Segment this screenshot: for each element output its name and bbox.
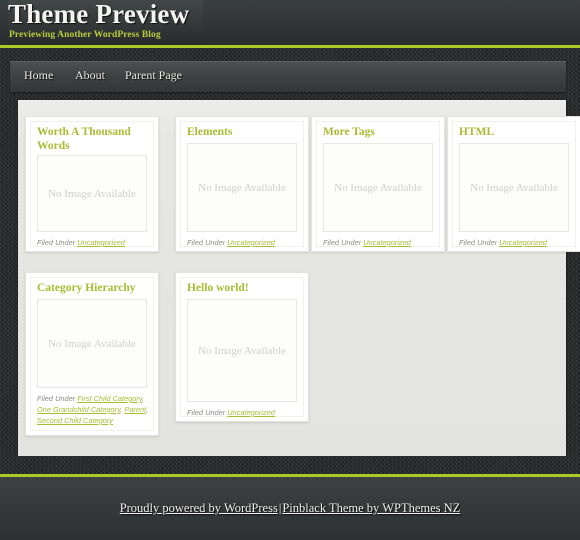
post-card[interactable]: Category Hierarchy No Image Available Fi… [25, 272, 159, 436]
site-footer: Proudly powered by WordPress|Pinblack Th… [0, 477, 580, 540]
filed-under-label: Filed Under [37, 394, 76, 403]
post-card[interactable]: Worth A Thousand Words No Image Availabl… [25, 116, 159, 252]
category-link[interactable]: Uncategorized [363, 238, 411, 247]
meta-comma: , [146, 405, 149, 414]
post-card[interactable]: Hello world! No Image Available Filed Un… [175, 272, 309, 422]
post-title[interactable]: Category Hierarchy [37, 281, 150, 295]
site-title[interactable]: Theme Preview [8, 0, 189, 30]
wordpress-credit-link[interactable]: Proudly powered by WordPress [120, 501, 278, 515]
post-meta: Filed Under First Child Category, One Gr… [37, 393, 149, 426]
filed-under-label: Filed Under [187, 238, 226, 247]
post-thumbnail-placeholder: No Image Available [37, 155, 147, 232]
post-meta: Filed Under Uncategorized [323, 237, 435, 248]
post-thumbnail-placeholder: No Image Available [323, 143, 433, 232]
post-card[interactable]: More Tags No Image Available Filed Under… [311, 116, 445, 252]
site-header: Theme Preview Previewing Another WordPre… [0, 0, 580, 45]
no-image-label: No Image Available [48, 187, 136, 200]
post-meta: Filed Under Uncategorized [187, 407, 299, 418]
post-thumbnail-placeholder: No Image Available [459, 143, 569, 232]
no-image-label: No Image Available [198, 181, 286, 194]
page-root: Theme Preview Previewing Another WordPre… [0, 0, 580, 540]
no-image-label: No Image Available [48, 337, 136, 350]
filed-under-label: Filed Under [323, 238, 362, 247]
post-title[interactable]: Hello world! [187, 281, 300, 295]
category-link[interactable]: First Child Category [77, 394, 142, 403]
post-card[interactable]: Elements No Image Available Filed Under … [175, 116, 309, 252]
post-thumbnail-placeholder: No Image Available [187, 299, 297, 402]
post-meta: Filed Under Uncategorized [37, 237, 149, 248]
filed-under-label: Filed Under [37, 238, 76, 247]
nav-item-parent-page[interactable]: Parent Page [125, 68, 182, 83]
primary-navigation: Home About Parent Page [10, 61, 566, 92]
post-title[interactable]: Elements [187, 125, 300, 139]
category-link[interactable]: One Grandchild Category [37, 405, 120, 414]
footer-texture-strip [0, 456, 580, 474]
nav-item-about[interactable]: About [75, 68, 105, 83]
nav-item-home[interactable]: Home [24, 68, 53, 83]
post-meta: Filed Under Uncategorized [459, 237, 571, 248]
category-link[interactable]: Second Child Category [37, 416, 113, 425]
no-image-label: No Image Available [198, 344, 286, 357]
post-meta: Filed Under Uncategorized [187, 237, 299, 248]
post-thumbnail-placeholder: No Image Available [37, 299, 147, 388]
category-link[interactable]: Uncategorized [499, 238, 547, 247]
category-link[interactable]: Uncategorized [227, 408, 275, 417]
nav-strip: Home About Parent Page [0, 48, 580, 100]
post-card[interactable]: HTML No Image Available Filed Under Unca… [447, 116, 580, 252]
post-title[interactable]: More Tags [323, 125, 436, 139]
filed-under-label: Filed Under [187, 408, 226, 417]
post-title[interactable]: HTML [459, 125, 572, 139]
no-image-label: No Image Available [334, 181, 422, 194]
content-panel: Worth A Thousand Words No Image Availabl… [18, 100, 580, 456]
category-link[interactable]: Uncategorized [227, 238, 275, 247]
post-thumbnail-placeholder: No Image Available [187, 143, 297, 232]
filed-under-label: Filed Under [459, 238, 498, 247]
site-tagline: Previewing Another WordPress Blog [9, 30, 161, 40]
no-image-label: No Image Available [470, 181, 558, 194]
meta-comma: , [120, 405, 123, 414]
colophon-credits: Proudly powered by WordPress|Pinblack Th… [0, 501, 580, 516]
meta-comma: , [142, 394, 145, 403]
post-title[interactable]: Worth A Thousand Words [37, 125, 150, 153]
category-link[interactable]: Uncategorized [77, 238, 125, 247]
category-link[interactable]: Parent [124, 405, 146, 414]
theme-credit-link[interactable]: Pinblack Theme by WPThemes NZ [282, 501, 460, 515]
